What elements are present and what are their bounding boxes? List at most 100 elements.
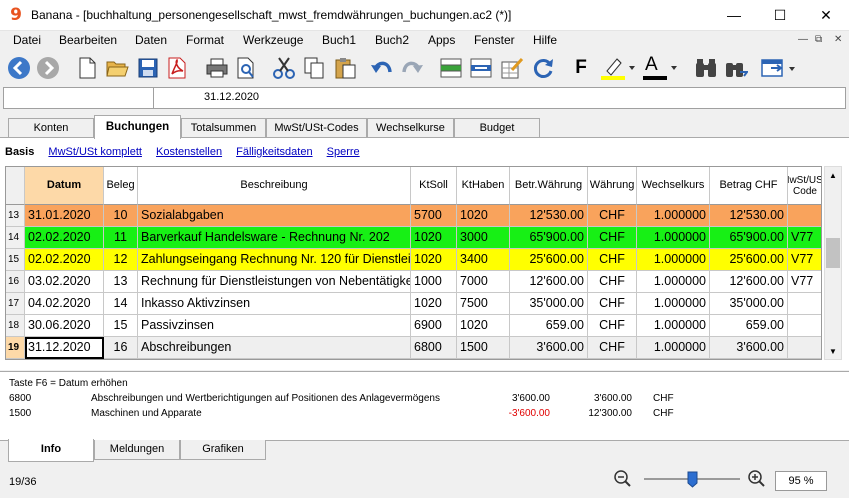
column-header-kthaben[interactable]: KtHaben xyxy=(457,167,510,205)
cell-waehrung[interactable]: CHF xyxy=(588,227,637,249)
menu-buch1[interactable]: Buch1 xyxy=(322,33,356,47)
row-number[interactable]: 16 xyxy=(6,271,25,293)
cell-datum[interactable]: 31.12.2020 xyxy=(25,337,104,359)
delete-rows-icon[interactable] xyxy=(467,54,495,82)
cell-waehrung[interactable]: CHF xyxy=(588,337,637,359)
column-header-ktsoll[interactable]: KtSoll xyxy=(411,167,457,205)
scroll-thumb[interactable] xyxy=(826,238,840,268)
cell-betr[interactable]: 12'530.00 xyxy=(510,205,588,227)
zoom-in-icon[interactable] xyxy=(748,470,766,491)
cell-ktsoll[interactable]: 5700 xyxy=(411,205,457,227)
cell-beleg[interactable]: 16 xyxy=(104,337,138,359)
cell-beleg[interactable]: 12 xyxy=(104,249,138,271)
row-number[interactable]: 13 xyxy=(6,205,25,227)
view-mwst-komplett[interactable]: MwSt/USt komplett xyxy=(48,146,142,158)
zoom-level-field[interactable]: 95 % xyxy=(775,471,827,491)
zoom-out-icon[interactable] xyxy=(614,470,632,491)
recalculate-icon[interactable] xyxy=(529,54,557,82)
scroll-up-icon[interactable]: ▲ xyxy=(829,171,837,180)
column-header-waehrung[interactable]: Währung xyxy=(588,167,637,205)
view-sperre[interactable]: Sperre xyxy=(327,146,360,158)
cell-mwst[interactable] xyxy=(788,205,821,227)
cell-beschreibung[interactable]: Sozialabgaben xyxy=(138,205,411,227)
cell-waehrung[interactable]: CHF xyxy=(588,293,637,315)
cell-datum[interactable]: 03.02.2020 xyxy=(25,271,104,293)
cell-mwst[interactable]: V77 xyxy=(788,227,821,249)
tab-grafiken[interactable]: Grafiken xyxy=(180,440,266,460)
column-header-beschreibung[interactable]: Beschreibung xyxy=(138,167,411,205)
cell-kthaben[interactable]: 3400 xyxy=(457,249,510,271)
edit-record-icon[interactable] xyxy=(498,54,526,82)
cell-betrag[interactable]: 659.00 xyxy=(710,315,788,337)
row-number[interactable]: 19 xyxy=(6,337,25,359)
view-basis[interactable]: Basis xyxy=(5,146,34,158)
cell-kthaben[interactable]: 1020 xyxy=(457,315,510,337)
tab-konten[interactable]: Konten xyxy=(8,118,94,138)
cell-datum[interactable]: 02.02.2020 xyxy=(25,227,104,249)
close-button[interactable]: ✕ xyxy=(803,0,849,31)
cell-betr[interactable]: 65'900.00 xyxy=(510,227,588,249)
menu-hilfe[interactable]: Hilfe xyxy=(533,33,557,47)
cell-kurs[interactable]: 1.000000 xyxy=(637,249,710,271)
undo-icon[interactable] xyxy=(368,54,396,82)
table-row[interactable]: 14 02.02.2020 11 Barverkauf Handelsware - R… xyxy=(6,227,821,249)
redo-icon[interactable] xyxy=(398,54,426,82)
forward-icon[interactable] xyxy=(34,54,62,82)
tab-mwst-codes[interactable]: MwSt/USt-Codes xyxy=(266,118,367,138)
row-number[interactable]: 14 xyxy=(6,227,25,249)
menu-datei[interactable]: Datei xyxy=(13,33,41,47)
column-header-mwst-code[interactable]: MwSt/USt-Code xyxy=(788,167,821,205)
cell-ktsoll[interactable]: 1000 xyxy=(411,271,457,293)
cell-betrag[interactable]: 3'600.00 xyxy=(710,337,788,359)
table-row[interactable]: 19 31.12.2020 16 Abschreibungen 6800 1500 3'60… xyxy=(6,337,821,359)
column-header-beleg[interactable]: Beleg xyxy=(104,167,138,205)
cell-beleg[interactable]: 10 xyxy=(104,205,138,227)
tab-info[interactable]: Info xyxy=(8,439,94,462)
table-row[interactable]: 16 03.02.2020 13 Rechnung für Dienstleistun… xyxy=(6,271,821,293)
find-next-icon[interactable] xyxy=(722,54,750,82)
cell-value-field[interactable]: 31.12.2020 xyxy=(204,91,259,103)
cell-betrag[interactable]: 25'600.00 xyxy=(710,249,788,271)
cell-kurs[interactable]: 1.000000 xyxy=(637,293,710,315)
bold-icon[interactable]: F xyxy=(567,54,595,82)
cell-beschreibung[interactable]: Zahlungseingang Rechnung Nr. 120 für Die… xyxy=(138,249,411,271)
cell-reference-field[interactable] xyxy=(4,88,154,108)
cell-betr[interactable]: 25'600.00 xyxy=(510,249,588,271)
menu-buch2[interactable]: Buch2 xyxy=(375,33,409,47)
vertical-scrollbar[interactable]: ▲ ▼ xyxy=(824,166,842,360)
cell-beleg[interactable]: 14 xyxy=(104,293,138,315)
print-icon[interactable] xyxy=(203,54,231,82)
column-header-datum[interactable]: Datum xyxy=(25,167,104,205)
cell-kthaben[interactable]: 1020 xyxy=(457,205,510,227)
cell-beleg[interactable]: 11 xyxy=(104,227,138,249)
cell-betr[interactable]: 12'600.00 xyxy=(510,271,588,293)
cell-betr[interactable]: 35'000.00 xyxy=(510,293,588,315)
cell-mwst[interactable] xyxy=(788,293,821,315)
find-icon[interactable] xyxy=(692,54,720,82)
tab-meldungen[interactable]: Meldungen xyxy=(94,440,180,460)
cell-kthaben[interactable]: 7500 xyxy=(457,293,510,315)
menu-bearbeiten[interactable]: Bearbeiten xyxy=(59,33,117,47)
scroll-down-icon[interactable]: ▼ xyxy=(829,347,837,356)
menu-werkzeuge[interactable]: Werkzeuge xyxy=(243,33,303,47)
cell-datum[interactable]: 31.01.2020 xyxy=(25,205,104,227)
cell-kurs[interactable]: 1.000000 xyxy=(637,205,710,227)
cell-ktsoll[interactable]: 6800 xyxy=(411,337,457,359)
cell-kurs[interactable]: 1.000000 xyxy=(637,227,710,249)
cell-kthaben[interactable]: 1500 xyxy=(457,337,510,359)
cell-mwst[interactable] xyxy=(788,337,821,359)
cell-betrag[interactable]: 12'600.00 xyxy=(710,271,788,293)
view-kostenstellen[interactable]: Kostenstellen xyxy=(156,146,222,158)
cell-mwst[interactable]: V77 xyxy=(788,249,821,271)
pdf-icon[interactable] xyxy=(163,54,191,82)
row-number[interactable]: 15 xyxy=(6,249,25,271)
cell-betrag[interactable]: 12'530.00 xyxy=(710,205,788,227)
table-row[interactable]: 17 04.02.2020 14 Inkasso Aktivzinsen 1020 750… xyxy=(6,293,821,315)
tab-budget[interactable]: Budget xyxy=(454,118,540,138)
column-header-betrag-chf[interactable]: Betrag CHF xyxy=(710,167,788,205)
cell-kthaben[interactable]: 7000 xyxy=(457,271,510,293)
menu-daten[interactable]: Daten xyxy=(135,33,167,47)
insert-rows-icon[interactable] xyxy=(437,54,465,82)
cell-beschreibung[interactable]: Barverkauf Handelsware - Rechnung Nr. 20… xyxy=(138,227,411,249)
maximize-button[interactable]: ☐ xyxy=(757,0,803,31)
